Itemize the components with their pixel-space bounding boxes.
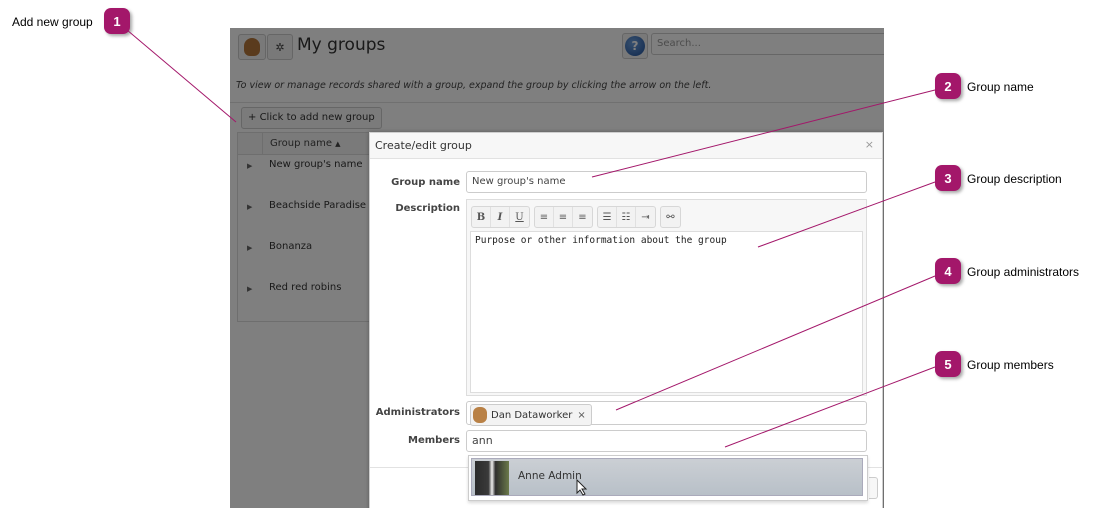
align-right-button[interactable]: ≡ <box>573 207 592 227</box>
align-center-button[interactable]: ≡ <box>554 207 573 227</box>
create-edit-group-dialog: Create/edit group × Group name New group… <box>369 132 883 508</box>
callout-label-group-administrators: Group administrators <box>967 265 1080 279</box>
italic-button[interactable]: I <box>491 207 510 227</box>
mouse-pointer-icon <box>576 479 588 496</box>
callout-label-group-name: Group name <box>967 80 1034 94</box>
editor-toolbar: B I U ≡ ≡ ≡ ☰ ☷ ⇥ ⚯ <box>471 206 681 228</box>
members-suggestions-dropdown: Anne Admin <box>468 455 868 501</box>
description-textarea[interactable]: Purpose or other information about the g… <box>470 231 863 393</box>
callout-badge-3: 3 <box>935 165 961 191</box>
dialog-header: Create/edit group × <box>370 133 882 159</box>
bullet-list-button[interactable]: ☰ <box>598 207 617 227</box>
dialog-title: Create/edit group <box>375 139 472 152</box>
group-name-label: Group name <box>391 177 460 188</box>
callout-badge-1: 1 <box>104 8 130 34</box>
members-input[interactable]: ann <box>466 430 867 452</box>
align-left-button[interactable]: ≡ <box>535 207 554 227</box>
members-label: Members <box>408 435 460 446</box>
callout-line-1 <box>126 29 237 123</box>
administrators-label: Administrators <box>375 407 460 418</box>
administrators-input[interactable]: Dan Dataworker × <box>466 401 867 426</box>
numbered-list-button[interactable]: ☷ <box>617 207 636 227</box>
callout-badge-4: 4 <box>935 258 961 284</box>
callout-label-group-description: Group description <box>967 172 1062 186</box>
callout-badge-5: 5 <box>935 351 961 377</box>
callout-label-add-new-group: Add new group <box>12 15 93 29</box>
remove-icon[interactable]: × <box>577 410 585 421</box>
indent-button[interactable]: ⇥ <box>636 207 655 227</box>
suggestion-item[interactable]: Anne Admin <box>471 458 863 496</box>
suggestion-name: Anne Admin <box>518 470 582 482</box>
underline-button[interactable]: U <box>510 207 529 227</box>
app-window: ✲ My groups ? Search... To view or manag… <box>230 28 884 508</box>
callout-badge-2: 2 <box>935 73 961 99</box>
description-editor: B I U ≡ ≡ ≡ ☰ ☷ ⇥ ⚯ Purpose or other inf… <box>466 199 867 396</box>
callout-label-group-members: Group members <box>967 358 1054 372</box>
dog-avatar-icon <box>473 407 487 423</box>
bold-button[interactable]: B <box>472 207 491 227</box>
group-name-input[interactable]: New group's name <box>466 171 867 193</box>
dog-avatar-icon <box>475 461 509 495</box>
close-icon[interactable]: × <box>865 138 874 151</box>
dialog-footer-button[interactable] <box>869 477 878 499</box>
description-label: Description <box>395 203 460 214</box>
administrator-chip: Dan Dataworker × <box>470 404 592 426</box>
link-button[interactable]: ⚯ <box>661 207 680 227</box>
administrator-name: Dan Dataworker <box>491 409 573 421</box>
